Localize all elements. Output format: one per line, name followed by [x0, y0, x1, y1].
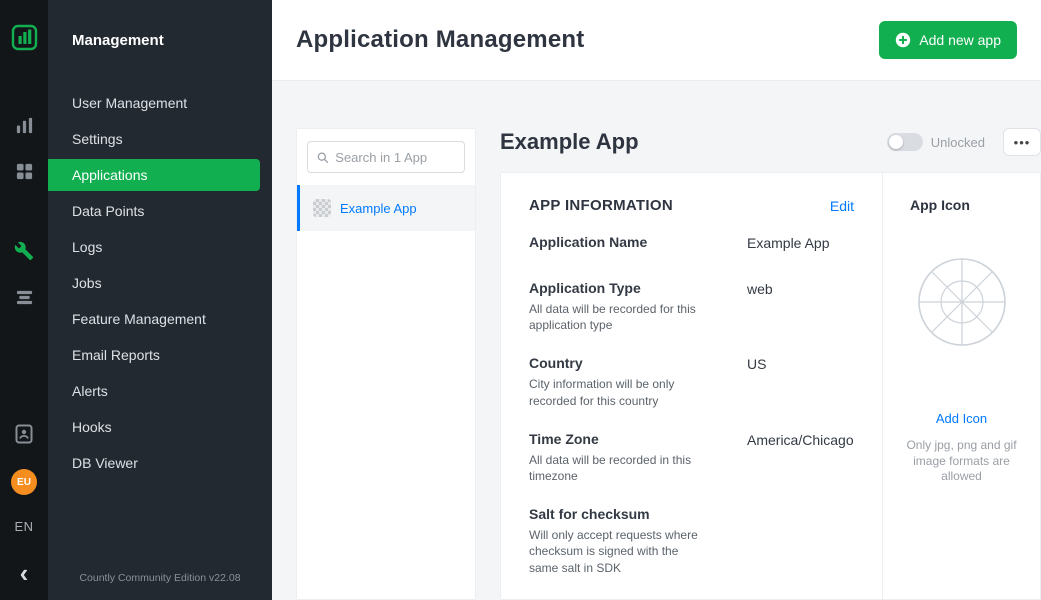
- app-detail-header: Example App Unlocked •••: [500, 128, 1041, 156]
- app-information-header: APP INFORMATION Edit: [501, 173, 882, 234]
- search-icon: [317, 151, 328, 164]
- app-information-card: APP INFORMATION Edit Application Name Ex…: [500, 172, 1041, 600]
- app-icon-placeholder-icon: [917, 257, 1007, 347]
- field-label: Time Zone: [529, 431, 701, 447]
- app-detail: Example App Unlocked ••• APP INFORMATION…: [500, 128, 1041, 600]
- field-row-application-name: Application Name Example App: [501, 234, 882, 251]
- stack-icon: [15, 288, 34, 307]
- lock-toggle[interactable]: [887, 133, 923, 151]
- app-search-input[interactable]: [335, 150, 455, 165]
- sidebar-item-logs[interactable]: Logs: [48, 231, 260, 263]
- more-options-button[interactable]: •••: [1003, 128, 1041, 156]
- field-label: Salt for checksum: [529, 506, 701, 522]
- version-footer: Countly Community Edition v22.08: [48, 572, 272, 584]
- add-new-app-label: Add new app: [919, 32, 1001, 48]
- main-area: Application Management Add new app: [272, 0, 1041, 600]
- app-list-card: Example App: [296, 128, 476, 600]
- sidebar-item-db-viewer[interactable]: DB Viewer: [48, 447, 260, 479]
- field-value: web: [747, 280, 773, 333]
- field-row-application-type: Application Type All data will be record…: [501, 280, 882, 333]
- field-row-country: Country City information will be only re…: [501, 355, 882, 408]
- sidebar-item-data-points[interactable]: Data Points: [48, 195, 260, 227]
- field-value: America/Chicago: [747, 431, 854, 484]
- app-icon-panel: App Icon Add Icon Only jpg, png and gif …: [882, 173, 1040, 599]
- edit-link[interactable]: Edit: [830, 198, 854, 214]
- plus-circle-icon: [895, 32, 911, 48]
- sidebar-item-applications[interactable]: Applications: [48, 159, 260, 191]
- app-detail-title: Example App: [500, 129, 887, 155]
- sidebar-item-feature-management[interactable]: Feature Management: [48, 303, 260, 335]
- field-value: US: [747, 355, 766, 408]
- field-label: Country: [529, 355, 701, 371]
- section-title: APP INFORMATION: [529, 197, 673, 214]
- field-description: All data will be recorded in this timezo…: [529, 452, 701, 484]
- user-avatar[interactable]: EU: [11, 469, 37, 495]
- app-list-item-example-app[interactable]: Example App: [297, 185, 475, 231]
- app-search-wrap: [297, 129, 475, 185]
- page-title: Application Management: [296, 26, 584, 54]
- page-header: Application Management Add new app: [272, 0, 1041, 81]
- app-thumbnail-placeholder-icon: [313, 199, 331, 217]
- dashboards-nav-button[interactable]: [0, 154, 48, 188]
- collapse-sidebar-button[interactable]: ‹: [20, 560, 29, 586]
- add-icon-link[interactable]: Add Icon: [883, 411, 1040, 426]
- language-selector[interactable]: EN: [14, 519, 33, 534]
- bar-chart-icon: [15, 116, 34, 135]
- icon-format-note: Only jpg, png and gif image formats are …: [903, 438, 1021, 485]
- grid-icon: [15, 162, 34, 181]
- content-area: Example App Example App Unlocked ••• APP…: [272, 81, 1041, 600]
- app-search-box: [307, 141, 465, 173]
- toggle-knob-icon: [889, 135, 903, 149]
- add-new-app-button[interactable]: Add new app: [879, 21, 1017, 59]
- management-nav-button[interactable]: [0, 234, 48, 268]
- sidebar-menu: User Management Settings Applications Da…: [48, 87, 272, 479]
- sidebar-item-email-reports[interactable]: Email Reports: [48, 339, 260, 371]
- user-document-icon: [15, 424, 33, 444]
- analytics-nav-button[interactable]: [0, 108, 48, 142]
- sidebar-item-alerts[interactable]: Alerts: [48, 375, 260, 407]
- sidebar-item-user-management[interactable]: User Management: [48, 87, 260, 119]
- field-label: Application Name: [529, 234, 701, 250]
- sidebar-title: Management: [48, 0, 272, 49]
- countly-logo[interactable]: [11, 24, 38, 56]
- wrench-icon: [14, 241, 34, 261]
- field-value: Example App: [747, 234, 830, 251]
- app-icon-title: App Icon: [883, 197, 1040, 213]
- icon-rail: EU EN ‹: [0, 0, 48, 600]
- field-description: All data will be recorded for this appli…: [529, 301, 701, 333]
- field-label: Application Type: [529, 280, 701, 296]
- field-description: City information will be only recorded f…: [529, 376, 701, 408]
- sidebar-item-settings[interactable]: Settings: [48, 123, 260, 155]
- app-item-label: Example App: [340, 201, 417, 216]
- field-row-time-zone: Time Zone All data will be recorded in t…: [501, 431, 882, 484]
- data-manager-nav-button[interactable]: [0, 280, 48, 314]
- sidebar-item-jobs[interactable]: Jobs: [48, 267, 260, 299]
- lock-state-label: Unlocked: [931, 135, 985, 150]
- field-description: Will only accept requests where checksum…: [529, 527, 701, 576]
- user-guides-button[interactable]: [0, 417, 48, 451]
- countly-logo-icon: [11, 24, 38, 51]
- field-row-salt-for-checksum: Salt for checksum Will only accept reque…: [501, 506, 882, 576]
- management-sidebar: Management User Management Settings Appl…: [48, 0, 272, 600]
- app-information-section: APP INFORMATION Edit Application Name Ex…: [501, 173, 882, 599]
- sidebar-item-hooks[interactable]: Hooks: [48, 411, 260, 443]
